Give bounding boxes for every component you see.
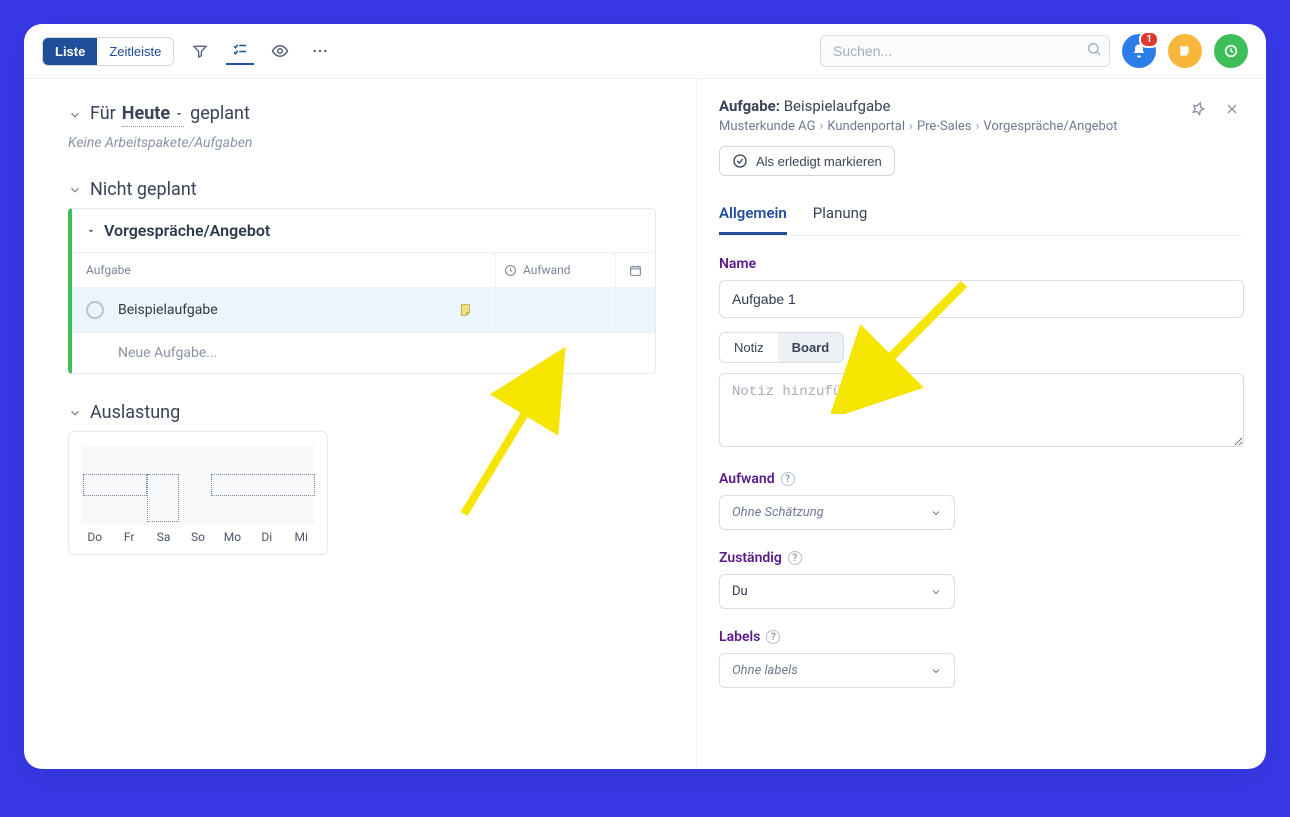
note-board-segment: Notiz Board xyxy=(719,332,844,363)
table-row[interactable]: Beispielaufgabe xyxy=(72,288,655,333)
planned-section-header[interactable]: Für Heute geplant xyxy=(68,103,696,127)
utilization-days: Do Fr Sa So Mo Di Mi xyxy=(81,530,315,544)
view-switch: Liste Zeitleiste xyxy=(42,37,174,66)
mark-done-label: Als erledigt markieren xyxy=(756,154,882,169)
labels-label-text: Labels xyxy=(719,629,760,645)
labels-value: Ohne labels xyxy=(732,663,798,678)
quicknote-button[interactable] xyxy=(1168,34,1202,68)
note-icon[interactable] xyxy=(457,301,475,319)
effort-value: Ohne Schätzung xyxy=(732,505,824,520)
details-panel: Aufgabe: Beispielaufgabe Musterkunde AG … xyxy=(696,79,1266,768)
breadcrumb-item[interactable]: Kundenportal xyxy=(827,119,905,134)
assignee-label-text: Zuständig xyxy=(719,550,782,566)
task-title: Beispielaufgabe xyxy=(118,302,218,318)
panel-type-label: Aufgabe: xyxy=(719,97,780,115)
notifications-count: 1 xyxy=(1139,31,1159,48)
effort-field-label: Aufwand ? xyxy=(719,471,1244,487)
col-effort-label: Aufwand xyxy=(523,263,571,277)
labels-field-label: Labels ? xyxy=(719,629,1244,645)
utilization-card: Do Fr Sa So Mo Di Mi xyxy=(68,431,328,555)
planned-today-label: Heute xyxy=(122,103,170,124)
day-label: Mo xyxy=(221,530,244,544)
day-label: Mi xyxy=(290,530,313,544)
col-date-header xyxy=(615,253,655,287)
search-input[interactable] xyxy=(820,35,1110,67)
day-label: Fr xyxy=(117,530,140,544)
assignee-field-label: Zuständig ? xyxy=(719,550,1244,566)
chevron-down-icon xyxy=(68,108,82,122)
toolbar: Liste Zeitleiste 1 xyxy=(24,24,1266,79)
unplanned-title: Nicht geplant xyxy=(90,179,197,200)
task-group-header[interactable]: Vorgespräche/Angebot xyxy=(72,209,655,252)
breadcrumb-item[interactable]: Musterkunde AG xyxy=(719,119,815,134)
mark-done-button[interactable]: Als erledigt markieren xyxy=(719,146,895,176)
tab-planning[interactable]: Planung xyxy=(813,196,868,235)
breadcrumb: Musterkunde AG › Kundenportal › Pre-Sale… xyxy=(719,119,1176,134)
chevron-right-icon: › xyxy=(819,119,823,134)
day-label: Di xyxy=(255,530,278,544)
task-complete-toggle[interactable] xyxy=(86,301,104,319)
planned-empty-text: Keine Arbeitspakete/Aufgaben xyxy=(68,135,696,151)
planned-prefix: Für xyxy=(90,103,116,124)
day-label: So xyxy=(186,530,209,544)
col-task-label: Aufgabe xyxy=(72,253,495,287)
effort-select[interactable]: Ohne Schätzung xyxy=(719,495,955,530)
notifications-button[interactable]: 1 xyxy=(1122,34,1156,68)
search-icon xyxy=(1086,41,1102,61)
utilization-title: Auslastung xyxy=(90,402,180,423)
chevron-right-icon: › xyxy=(975,119,979,134)
search-input-wrap xyxy=(820,35,1110,67)
view-timeline-button[interactable]: Zeitleiste xyxy=(97,38,173,65)
eye-icon[interactable] xyxy=(266,37,294,65)
chevron-right-icon: › xyxy=(909,119,913,134)
close-button[interactable] xyxy=(1220,97,1244,121)
view-list-button[interactable]: Liste xyxy=(43,38,97,65)
utilization-section-header[interactable]: Auslastung xyxy=(68,402,696,423)
assignee-value: Du xyxy=(732,584,748,599)
planned-suffix: geplant xyxy=(190,103,250,124)
task-group-title: Vorgespräche/Angebot xyxy=(104,221,270,240)
help-icon[interactable]: ? xyxy=(788,551,802,565)
more-icon[interactable] xyxy=(306,37,334,65)
segment-note[interactable]: Notiz xyxy=(720,333,778,362)
new-task-input[interactable]: Neue Aufgabe... xyxy=(72,333,655,373)
panel-tabs: Allgemein Planung xyxy=(719,196,1244,236)
chevron-down-icon xyxy=(68,406,82,420)
task-list-pane: Für Heute geplant Keine Arbeitspakete/Au… xyxy=(24,79,696,768)
name-input[interactable] xyxy=(719,280,1244,318)
effort-label-text: Aufwand xyxy=(719,471,775,487)
col-effort-header: Aufwand xyxy=(495,253,615,287)
planned-date-dropdown[interactable]: Heute xyxy=(122,103,184,127)
utilization-chart xyxy=(81,446,315,524)
note-textarea[interactable] xyxy=(719,373,1244,447)
unplanned-section-header[interactable]: Nicht geplant xyxy=(68,179,696,200)
name-field-label: Name xyxy=(719,256,1244,272)
help-icon[interactable]: ? xyxy=(766,630,780,644)
assignee-select[interactable]: Du xyxy=(719,574,955,609)
task-group: Vorgespräche/Angebot Aufgabe Aufwand xyxy=(68,208,656,374)
labels-select[interactable]: Ohne labels xyxy=(719,653,955,688)
day-label: Do xyxy=(83,530,106,544)
segment-board[interactable]: Board xyxy=(778,333,844,362)
panel-title: Aufgabe: Beispielaufgabe xyxy=(719,97,1176,115)
chevron-down-icon xyxy=(68,183,82,197)
panel-task-name: Beispielaufgabe xyxy=(784,97,891,115)
breadcrumb-item[interactable]: Vorgespräche/Angebot xyxy=(983,119,1117,134)
pin-button[interactable] xyxy=(1186,97,1210,121)
day-label: Sa xyxy=(152,530,175,544)
checklist-icon[interactable] xyxy=(226,37,254,65)
tab-general[interactable]: Allgemein xyxy=(719,196,787,235)
breadcrumb-item[interactable]: Pre-Sales xyxy=(917,119,972,134)
filter-icon[interactable] xyxy=(186,37,214,65)
help-icon[interactable]: ? xyxy=(781,472,795,486)
timer-button[interactable] xyxy=(1214,34,1248,68)
table-header: Aufgabe Aufwand xyxy=(72,252,655,288)
